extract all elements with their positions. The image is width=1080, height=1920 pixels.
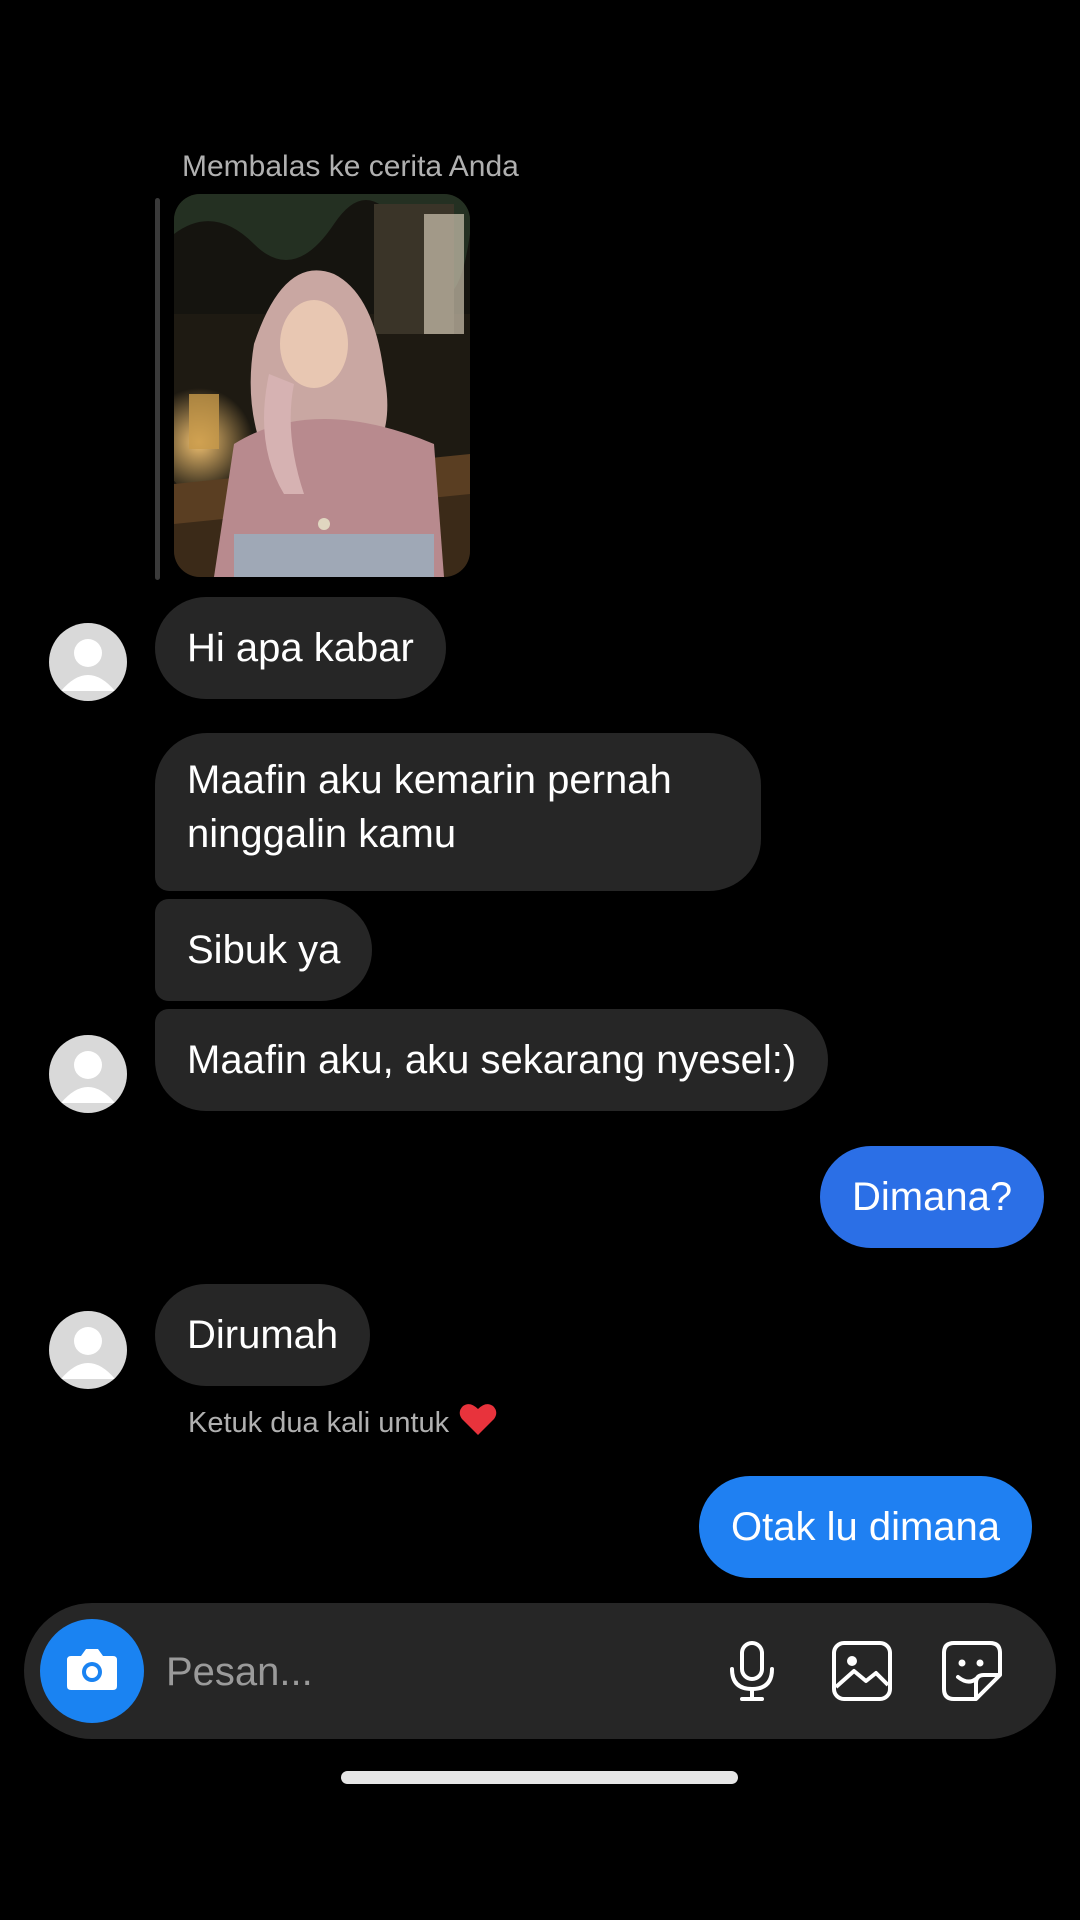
sender-avatar[interactable] bbox=[49, 1311, 127, 1389]
heart-icon bbox=[459, 1402, 497, 1444]
microphone-icon[interactable] bbox=[720, 1639, 784, 1703]
reply-label: Membalas ke cerita Anda bbox=[182, 150, 519, 183]
message-composer bbox=[24, 1603, 1056, 1739]
message-bubble-incoming[interactable]: Sibuk ya bbox=[155, 899, 373, 1001]
hint-text: Ketuk dua kali untuk bbox=[188, 1406, 450, 1439]
message-bubble-incoming[interactable]: Dirumah bbox=[155, 1284, 371, 1386]
gallery-icon[interactable] bbox=[830, 1639, 894, 1703]
sender-avatar[interactable] bbox=[49, 623, 127, 701]
double-tap-hint: Ketuk dua kali untuk bbox=[188, 1402, 497, 1444]
message-bubble-outgoing[interactable]: Dimana? bbox=[820, 1146, 1045, 1248]
sender-avatar[interactable] bbox=[49, 1035, 127, 1113]
story-thumbnail[interactable] bbox=[174, 194, 470, 577]
message-bubble-outgoing[interactable]: Otak lu dimana bbox=[699, 1476, 1033, 1578]
sticker-icon[interactable] bbox=[940, 1639, 1004, 1703]
camera-button[interactable] bbox=[40, 1619, 144, 1723]
message-input[interactable] bbox=[164, 1633, 708, 1711]
message-bubble-incoming[interactable]: Maafin aku, aku sekarang nyesel:) bbox=[155, 1009, 829, 1111]
camera-icon bbox=[65, 1646, 119, 1697]
reply-quote-bar bbox=[155, 198, 160, 580]
message-bubble-incoming[interactable]: Maafin aku kemarin pernah ninggalin kamu bbox=[155, 733, 761, 891]
message-bubble-incoming[interactable]: Hi apa kabar bbox=[155, 597, 446, 699]
home-indicator[interactable] bbox=[341, 1771, 738, 1784]
